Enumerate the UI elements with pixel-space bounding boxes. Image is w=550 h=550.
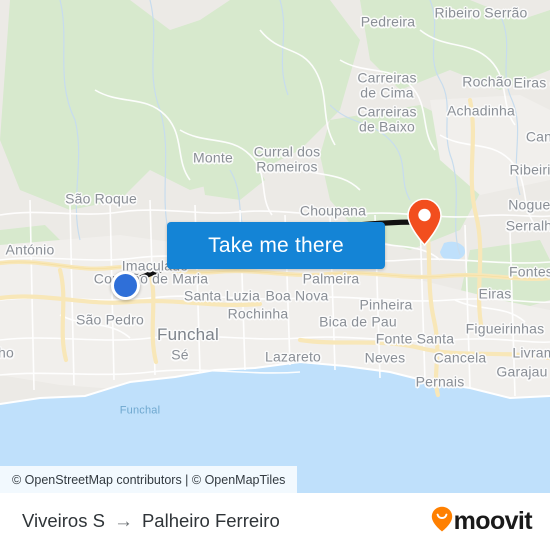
arrow-right-icon: → [113,511,133,532]
moovit-wordmark: moovit [453,507,533,535]
destination-marker-icon[interactable] [407,198,442,247]
lake-2 [312,402,327,412]
footer-bar: Viveiros S → Palheiro Ferreiro moovit [0,493,550,550]
moovit-pin-icon [431,506,453,537]
map-attribution[interactable]: © OpenStreetMap contributors | © OpenMap… [0,466,298,493]
moovit-logo[interactable]: moovit [431,506,533,537]
trip-summary: Viveiros S → Palheiro Ferreiro [22,510,280,533]
map-canvas[interactable]: Pedreira Ribeiro Serrão Carreiras de Cima Ca… [0,0,550,493]
trip-destination-label: Palheiro Ferreiro [141,510,280,531]
moovit-map-screenshot: Pedreira Ribeiro Serrão Carreiras de Cima Ca… [0,0,550,550]
take-me-there-button[interactable]: Take me there [167,222,385,269]
origin-marker-icon[interactable] [111,271,140,300]
trip-origin-label: Viveiros S [22,510,105,531]
